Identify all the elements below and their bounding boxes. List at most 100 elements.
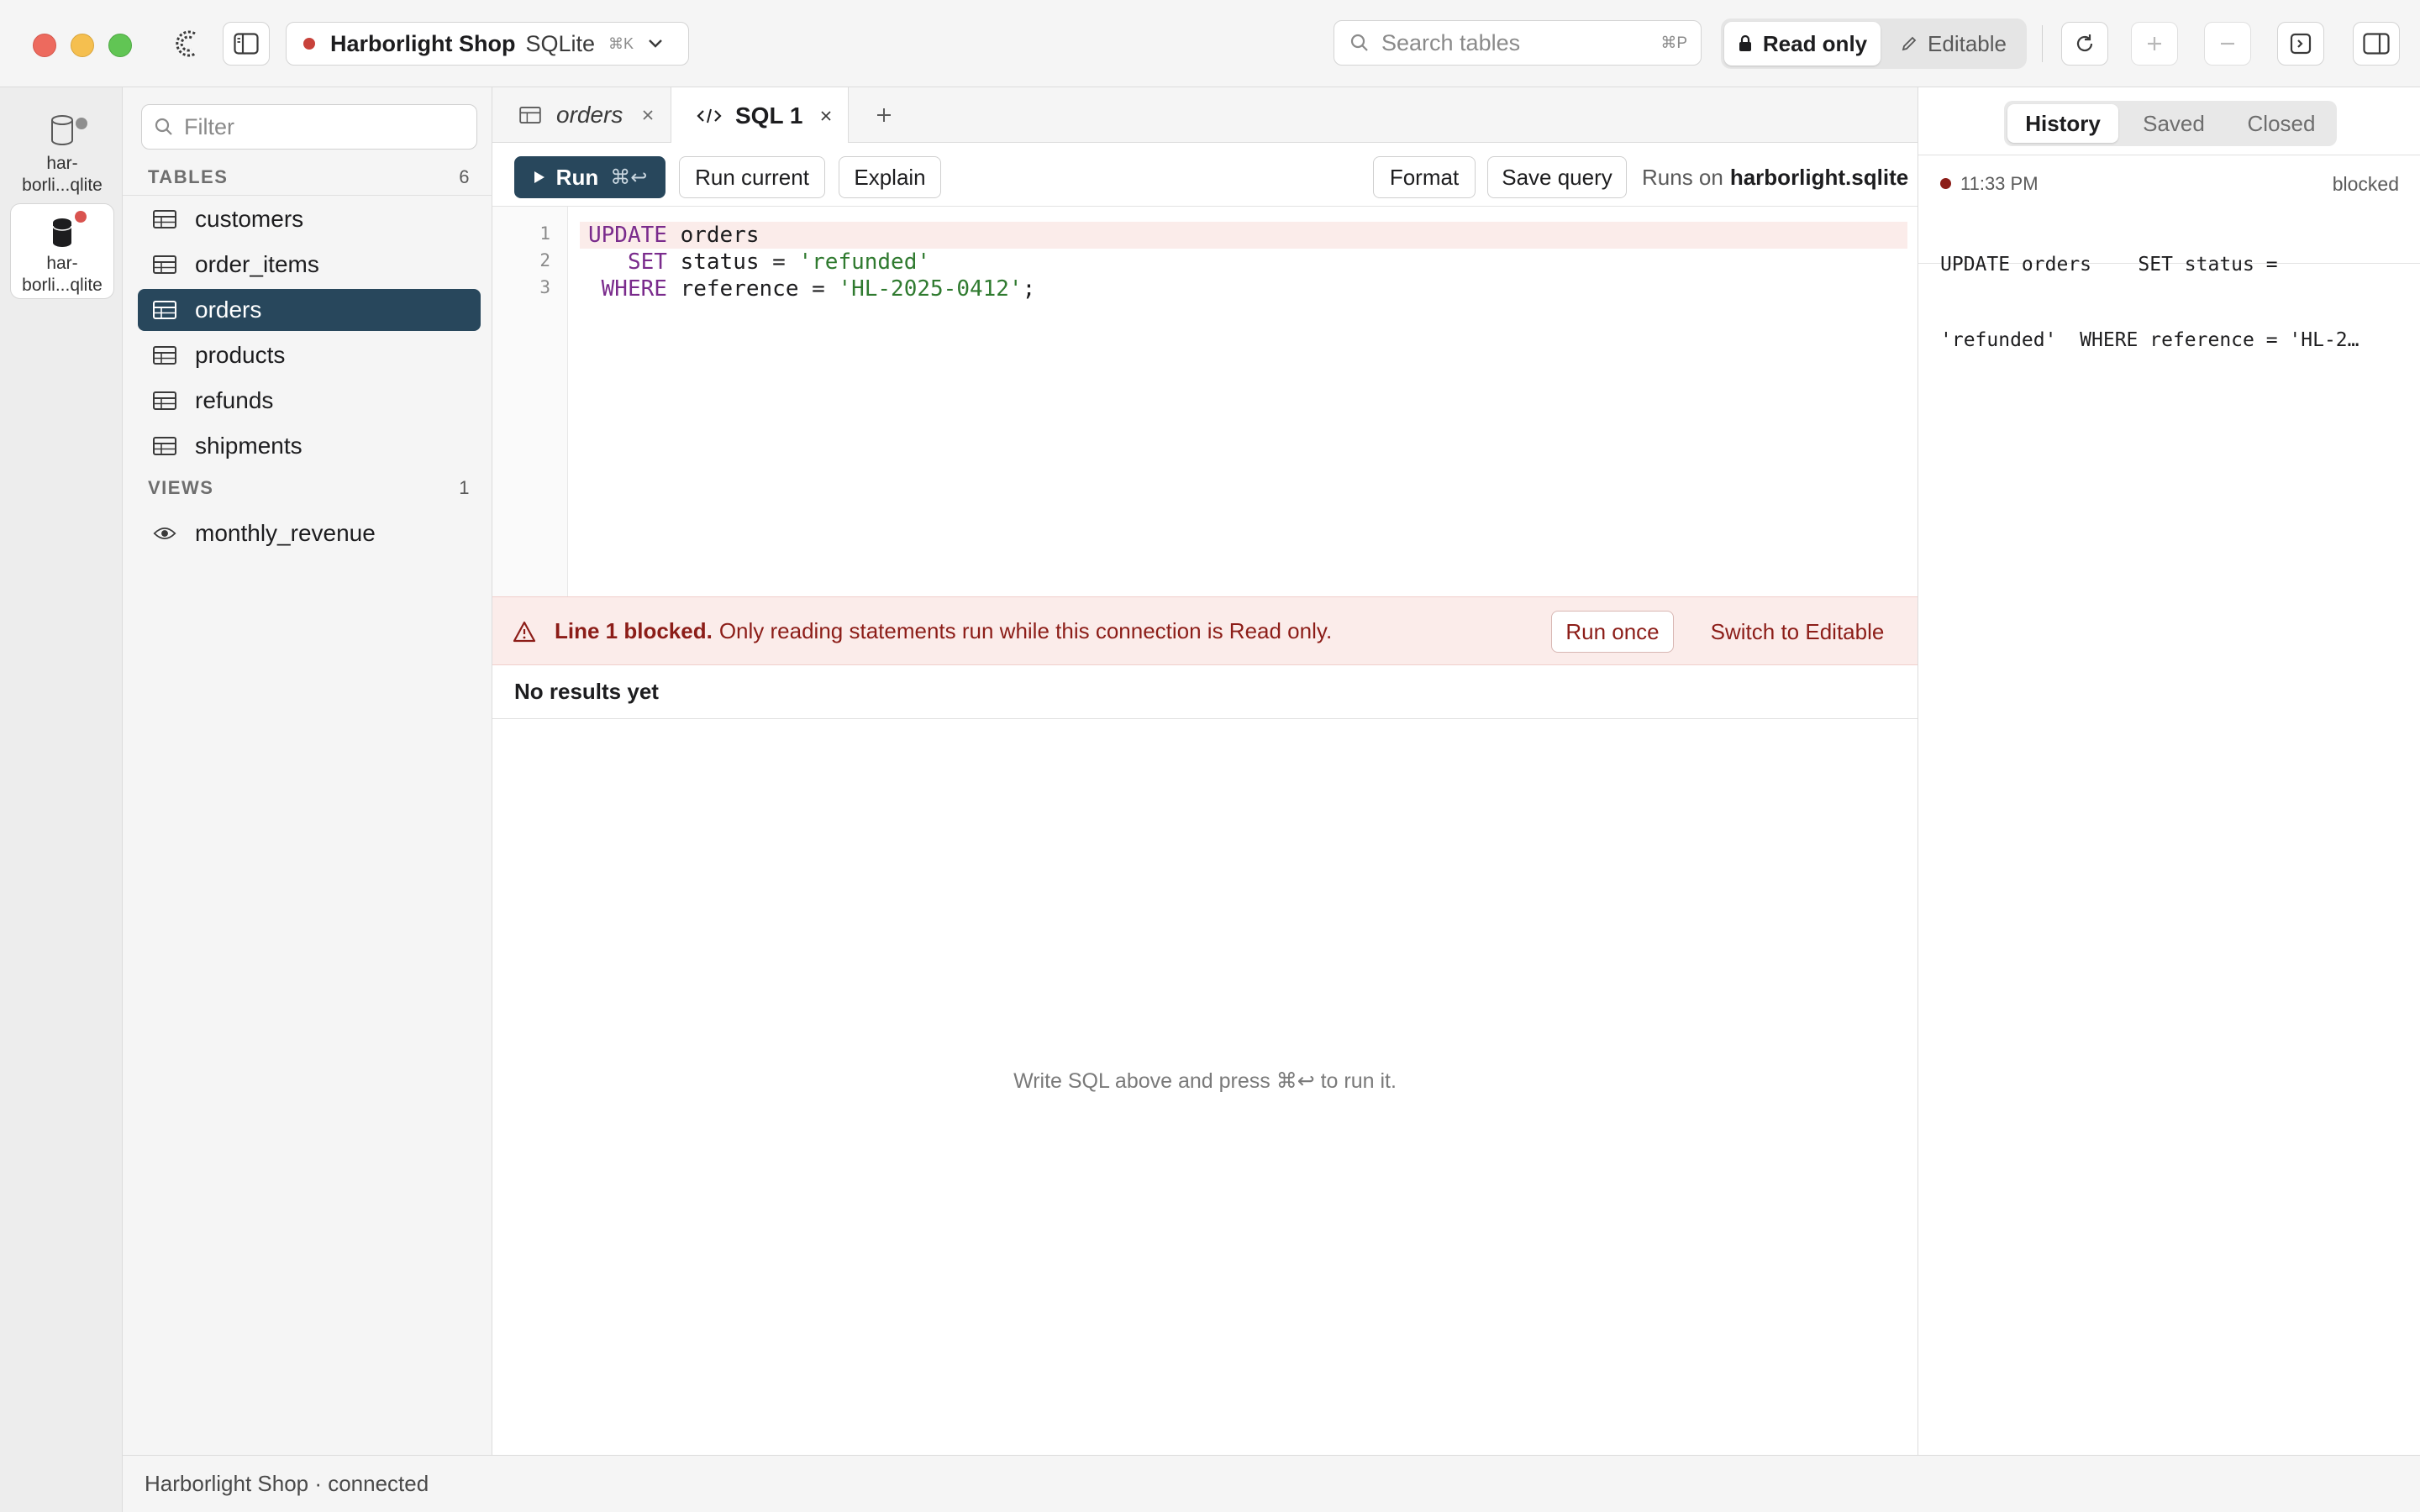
close-window-button[interactable] [33,34,56,57]
run-shortcut: ⌘↩ [610,165,648,189]
read-only-mode-button[interactable]: Read only [1724,22,1881,66]
table-icon [153,255,176,274]
rail-connection-1[interactable]: har- borli...qlite [10,101,114,197]
database-icon [11,204,113,248]
close-tab-icon[interactable] [819,109,833,123]
search-tables-field[interactable]: Search tables ⌘P [1334,20,1702,66]
search-icon [1349,33,1370,53]
rail-connection-label: har- borli...qlite [22,154,103,195]
history-query: UPDATE orders SET status = 'refunded' WH… [1940,202,2360,403]
history-status: blocked [2332,173,2399,195]
format-button[interactable]: Format [1373,156,1476,198]
rail-connection-label: har- borli...qlite [22,254,103,295]
tab-bar: orders SQL 1 [492,87,1918,144]
section-divider [123,195,492,196]
code-line-1: UPDATE orders [588,222,760,249]
string-literal: 'refunded' [798,249,931,275]
rail-connection-2[interactable]: har- borli...qlite [10,203,114,299]
table-icon [153,346,176,365]
toggle-sidebar-button[interactable] [223,22,270,66]
switch-to-editable-button[interactable]: Switch to Editable [1692,611,1902,653]
rail-status-dot [76,118,87,129]
minimize-window-button[interactable] [71,34,94,57]
close-tab-icon[interactable] [641,108,655,122]
tab-closed[interactable]: Closed [2229,104,2333,143]
table-name: shipments [195,433,302,459]
delete-row-button[interactable] [2204,22,2251,66]
search-placeholder: Search tables [1381,29,1521,55]
line-number: 2 [539,250,550,270]
table-name: refunds [195,387,274,413]
query-toolbar: Run ⌘↩ Run current Explain Format Save q… [492,143,1918,207]
explain-button[interactable]: Explain [839,156,941,198]
console-button[interactable] [2277,22,2324,66]
run-once-button[interactable]: Run once [1551,611,1674,653]
blocked-line-highlight [580,222,1907,249]
search-icon [155,118,172,135]
connection-name: Harborlight Shop [330,30,516,56]
connection-shortcut: ⌘K [608,34,634,52]
results-empty-hint: Write SQL above and press ⌘↩ to run it. [1013,1069,1397,1093]
main-area: orders SQL 1 Run ⌘↩ Run current Explain … [492,87,1918,1455]
terminal-icon [2290,33,2312,55]
refresh-button[interactable] [2061,22,2108,66]
app-window: Harborlight Shop SQLite ⌘K Search tables… [0,0,2420,1512]
zoom-window-button[interactable] [108,34,132,57]
history-panel: History Saved Closed 11:33 PM blocked UP… [1918,87,2420,1455]
sidebar-item-order-items[interactable]: order_items [138,244,481,286]
code-line-3: WHERE reference = 'HL-2025-0412'; [588,276,1036,302]
add-row-button[interactable] [2131,22,2178,66]
keyword: SET [627,249,667,275]
filter-input[interactable]: Filter [141,104,477,150]
mode-segmented-control: Read only Editable [1721,18,2027,69]
plus-icon [2148,37,2161,50]
rail-status-dot [75,211,87,223]
sidebar-item-orders[interactable]: orders [138,289,481,331]
banner-title: Line 1 blocked. [555,617,713,643]
tab-saved[interactable]: Saved [2122,104,2226,143]
editable-mode-button[interactable]: Editable [1884,22,2023,66]
history-query-line: UPDATE orders SET status = [1940,254,2278,276]
table-icon [153,301,176,319]
banner-message: Line 1 blocked. Only reading statements … [555,597,1332,664]
toggle-inspector-button[interactable] [2353,22,2400,66]
eye-icon [153,524,176,543]
right-panel-icon [2363,33,2390,55]
editable-label: Editable [1928,30,2007,56]
save-query-button[interactable]: Save query [1487,156,1627,198]
history-segmented-control: History Saved Closed [2004,101,2337,146]
sidebar-icon [234,33,259,55]
filter-placeholder: Filter [184,113,234,139]
run-label: Run [555,164,599,190]
connection-switcher[interactable]: Harborlight Shop SQLite ⌘K [286,22,689,66]
sidebar-item-products[interactable]: products [138,334,481,376]
toolbar-divider [2042,25,2043,62]
plus-icon [877,108,891,122]
line-number: 1 [539,223,550,244]
views-section-header: VIEWS 1 [148,477,471,499]
line-number: 3 [539,277,550,297]
tab-history[interactable]: History [2007,104,2118,143]
table-name: products [195,342,286,368]
sidebar-item-refunds[interactable]: refunds [138,380,481,422]
new-tab-button[interactable] [859,87,909,143]
sidebar-item-shipments[interactable]: shipments [138,425,481,467]
sidebar-item-monthly-revenue[interactable]: monthly_revenue [138,512,481,554]
lock-icon [1739,34,1751,51]
runs-on-label: Runs on harborlight.sqlite [1642,156,1908,198]
sidebar-item-customers[interactable]: customers [138,198,481,240]
sql-editor[interactable]: 1 2 3 UPDATE orders SET status = 'refund… [492,207,1918,596]
keyword: UPDATE [588,223,667,248]
table-name: customers [195,206,304,232]
title-bar: Harborlight Shop SQLite ⌘K Search tables… [0,0,2420,87]
history-entry[interactable]: 11:33 PM blocked UPDATE orders SET statu… [1918,156,2420,351]
banner-text: Only reading statements run while this c… [718,617,1333,643]
results-header: No results yet [492,665,1918,719]
tables-count: 6 [459,166,471,187]
schema-sidebar: Filter TABLES 6 customers order_items or… [123,87,492,1455]
run-current-button[interactable]: Run current [679,156,825,198]
tab-sql-1[interactable]: SQL 1 [671,87,849,144]
run-button[interactable]: Run ⌘↩ [514,156,666,198]
tab-orders[interactable]: orders [492,87,671,143]
table-icon [519,107,541,123]
